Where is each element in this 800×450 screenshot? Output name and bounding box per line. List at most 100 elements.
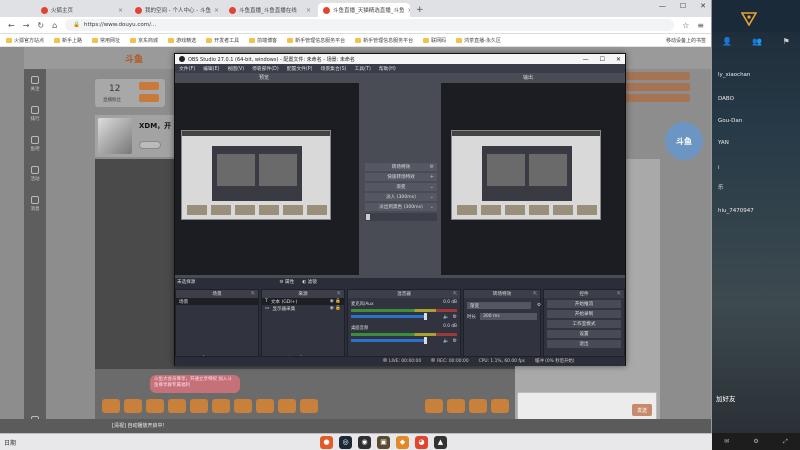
duration-input[interactable]: 300 ms xyxy=(480,313,537,320)
gift-icon[interactable] xyxy=(168,399,186,413)
list-item[interactable]: ▭ 显示器采集 ◉ 🔒 xyxy=(262,305,344,312)
firefox-icon[interactable]: ◕ xyxy=(415,435,428,449)
menu-docks[interactable]: 停靠部件(D) xyxy=(252,65,279,72)
list-item[interactable]: 场景 xyxy=(176,298,258,305)
tab-firefox-home[interactable]: 火狐主页 × xyxy=(36,3,128,17)
group-icon[interactable]: 👥 xyxy=(752,37,762,49)
settings-icon[interactable]: ⚙ xyxy=(753,438,758,445)
volume-slider[interactable] xyxy=(351,313,428,320)
chrome-icon[interactable]: ● xyxy=(320,435,333,449)
speaker-icon[interactable]: 🔈 xyxy=(443,338,449,344)
exit-button[interactable]: 退出 xyxy=(547,340,621,348)
gift-icon[interactable] xyxy=(491,399,509,413)
menu-tools[interactable]: 工具(T) xyxy=(355,65,371,72)
menu-profile[interactable]: 配置文件(P) xyxy=(287,65,313,72)
close-icon[interactable]: × xyxy=(118,7,123,14)
home-icon[interactable]: ⌂ xyxy=(52,21,57,30)
gift-icon[interactable] xyxy=(212,399,230,413)
bookmark-item[interactable]: 京东商城 xyxy=(130,37,158,44)
mascot-badge[interactable]: 斗鱼 xyxy=(665,122,703,160)
pin-icon[interactable]: ⇱ xyxy=(251,292,255,297)
chevron-down-icon[interactable]: ⌄ xyxy=(430,194,434,200)
quick-transition-fade[interactable]: 渐变 ⌄ xyxy=(365,183,437,191)
transition-slider[interactable] xyxy=(365,213,437,221)
follow-button[interactable] xyxy=(139,141,161,149)
gift-icon[interactable] xyxy=(146,399,164,413)
bookmark-item[interactable]: 前端博客 xyxy=(249,37,277,44)
maximize-icon[interactable]: ☐ xyxy=(600,56,605,63)
mobile-bookmarks[interactable]: 移动设备上的书签 xyxy=(666,37,706,44)
pin-icon[interactable]: ⇱ xyxy=(453,292,457,297)
left-nav-item[interactable]: 关注 xyxy=(24,69,46,99)
preview-canvas[interactable] xyxy=(175,83,359,275)
star-icon[interactable]: ☆ xyxy=(682,21,689,30)
studio-mode-button[interactable]: 工作室模式 xyxy=(547,320,621,328)
left-nav-item[interactable]: 活动 xyxy=(24,159,46,189)
bookmark-item[interactable]: 鸿茶直播-永久区 xyxy=(456,37,501,44)
close-icon[interactable]: × xyxy=(408,7,410,14)
menu-help[interactable]: 帮助(H) xyxy=(379,65,396,72)
douyu-logo[interactable]: 斗鱼 xyxy=(125,52,143,65)
bookmark-item[interactable]: 联网码 xyxy=(423,37,446,44)
transition-button[interactable]: 转场特效 ⚙ xyxy=(365,163,437,171)
avatar[interactable] xyxy=(98,118,132,154)
left-nav-item[interactable]: 鱼吧 xyxy=(24,129,46,159)
bookmark-item[interactable]: 新手上路 xyxy=(54,37,82,44)
plus-icon[interactable]: + xyxy=(430,174,434,180)
send-button[interactable]: 发送 xyxy=(632,404,652,416)
new-tab-button[interactable]: + xyxy=(416,5,424,15)
user-icon[interactable]: 👤 xyxy=(722,37,732,49)
bookmark-item[interactable]: 游戏精选 xyxy=(168,37,196,44)
menu-icon[interactable]: ≡ xyxy=(697,21,704,30)
menu-file[interactable]: 文件(F) xyxy=(179,65,195,72)
quick-transition-fade-in[interactable]: 淡入 (300ms) ⌄ xyxy=(365,193,437,201)
gear-icon[interactable]: ⚙ xyxy=(453,338,457,344)
gear-icon[interactable]: ⚙ xyxy=(453,314,457,320)
gift-icon[interactable] xyxy=(447,399,465,413)
gift-icon[interactable] xyxy=(256,399,274,413)
pin-icon[interactable]: ⇱ xyxy=(533,292,537,297)
menu-scene-collection[interactable]: 场景集合(S) xyxy=(321,65,347,72)
bookmark-item[interactable]: 开发者工具 xyxy=(206,37,239,44)
obs-icon[interactable]: ◉ xyxy=(358,435,371,449)
app-icon[interactable]: ▲ xyxy=(434,435,447,449)
speaker-icon[interactable]: 🔈 xyxy=(443,314,449,320)
close-icon[interactable]: ✕ xyxy=(616,56,621,63)
add-friend-button[interactable]: 加好友 xyxy=(716,393,736,403)
back-icon[interactable]: ← xyxy=(8,21,15,30)
left-nav-item[interactable]: 排行 xyxy=(24,99,46,129)
pin-icon[interactable]: ⇱ xyxy=(337,292,341,297)
link-badge[interactable] xyxy=(620,83,690,91)
bookmark-item[interactable]: 火狐官方站点 xyxy=(6,37,44,44)
left-nav-item[interactable]: 消息 xyxy=(24,189,46,219)
close-window-icon[interactable]: ✕ xyxy=(700,2,706,10)
friend-name[interactable]: hiu_7470947 xyxy=(718,208,754,214)
bookmark-item[interactable]: 新手管理信息服务平台 xyxy=(287,37,345,44)
quick-transition-button[interactable]: 快速转场特效 + xyxy=(365,173,437,181)
properties-button[interactable]: ⚙ 属性 xyxy=(279,279,294,285)
friend-name[interactable]: Gou-Dan xyxy=(718,118,742,124)
start-streaming-button[interactable]: 开始推流 xyxy=(547,300,621,308)
chat-icon[interactable]: ✉ xyxy=(724,438,729,445)
chevron-down-icon[interactable]: ⌄ xyxy=(430,204,434,210)
list-item[interactable]: T 文本 (GDI+) ◉ 🔒 xyxy=(262,298,344,305)
maximize-icon[interactable]: ☐ xyxy=(680,2,686,10)
gift-icon[interactable] xyxy=(102,399,120,413)
gear-icon[interactable]: ⚙ xyxy=(430,164,434,170)
start-recording-button[interactable]: 开始录制 xyxy=(547,310,621,318)
gift-icon[interactable] xyxy=(300,399,318,413)
volume-slider[interactable] xyxy=(351,337,428,344)
url-field[interactable]: 🔒 https://www.douyu.com/... xyxy=(65,19,675,31)
link-badge[interactable] xyxy=(620,72,690,80)
team-icon[interactable]: ⚑ xyxy=(783,37,790,49)
chevron-down-icon[interactable]: ⌄ xyxy=(430,184,434,190)
friend-name[interactable]: YAN xyxy=(718,140,729,146)
friend-name[interactable]: ly_xiaochan xyxy=(718,72,750,78)
menu-edit[interactable]: 编辑(E) xyxy=(203,65,219,72)
reload-icon[interactable]: ↻ xyxy=(37,21,44,30)
tab-douyu-live[interactable]: 斗鱼直播_斗鱼直播在线 × xyxy=(224,3,316,17)
tab-personal-space[interactable]: 我的空间 - 个人中心 - 斗鱼 × xyxy=(130,3,222,17)
quick-transition-fade-black[interactable]: 淡出到黑色 (300ms) ⌄ xyxy=(365,203,437,211)
expand-icon[interactable]: ⤢ xyxy=(783,438,788,446)
transition-select[interactable]: 渐变 ⚙ xyxy=(467,302,541,309)
